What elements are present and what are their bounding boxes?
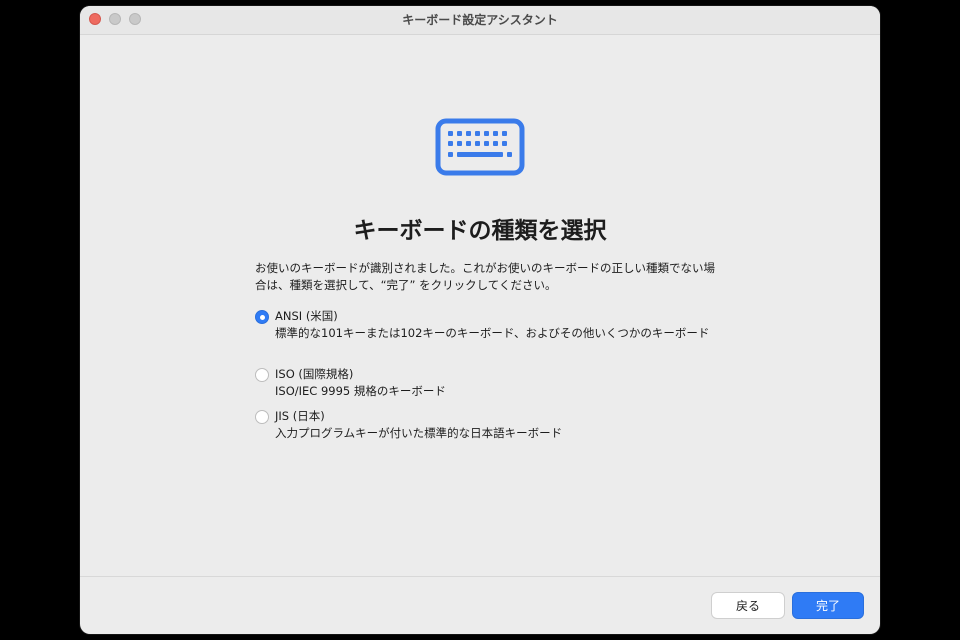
window-title: キーボード設定アシスタント [402,13,558,27]
footer-divider [80,576,880,577]
option-jis-description: 入力プログラムキーが付いた標準的な日本語キーボード [275,426,563,440]
option-ansi-title: ANSI (米国) [275,309,338,323]
option-iso-title: ISO (国際規格) [275,367,354,381]
instruction-text: お使いのキーボードが識別されました。これがお使いのキーボードの正しい種類でない場… [255,261,715,292]
done-button[interactable]: 完了 [792,592,864,619]
radio-selected-dot [259,314,265,320]
title-bar: キーボード設定アシスタント [80,6,880,35]
keyboard-icon [435,118,525,176]
keyboard-setup-window: キーボード設定アシスタント キーボードの種類を選択 お使いのキーボードが識別され… [80,6,880,634]
option-jis-title: JIS (日本) [275,409,325,423]
radio-jis[interactable] [255,410,269,424]
page-title: キーボードの種類を選択 [353,218,607,244]
radio-ansi[interactable] [255,310,269,324]
radio-iso[interactable] [255,368,269,382]
option-ansi-description: 標準的な101キーまたは102キーのキーボード、およびその他いくつかのキーボード [275,326,710,340]
option-iso-description: ISO/IEC 9995 規格のキーボード [275,384,446,398]
back-button[interactable]: 戻る [711,592,785,619]
